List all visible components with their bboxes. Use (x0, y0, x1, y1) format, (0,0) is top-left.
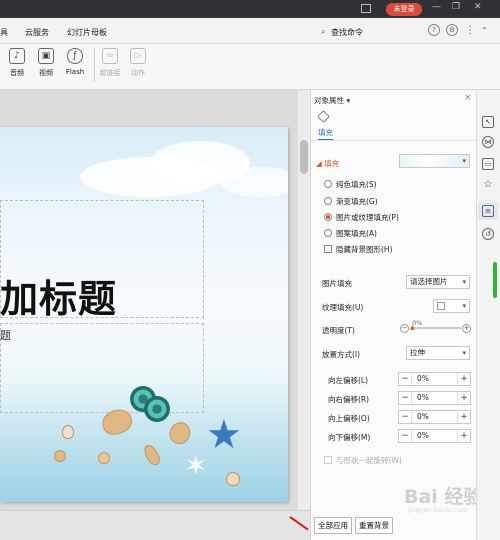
radio-gradient-fill[interactable]: 渐变填充(G) (324, 196, 378, 207)
increment-button[interactable]: + (457, 392, 470, 404)
decrement-button[interactable]: − (399, 373, 412, 385)
reset-background-button[interactable]: 重置背景 (355, 517, 393, 534)
scrollbar-thumb[interactable] (300, 140, 308, 174)
sea-urchin-image (144, 396, 170, 422)
more-icon[interactable]: ⋮ (465, 25, 475, 36)
offset-down-label: 向下偏移(M) (328, 433, 371, 442)
menu-item-tools[interactable]: 具 (0, 27, 8, 38)
transparency-decrease-button[interactable]: − (400, 324, 409, 333)
seashell-image (54, 450, 66, 462)
menu-item-cloud-service[interactable]: 云服务 (25, 27, 49, 38)
picture-fill-label: 图片填充 (322, 279, 352, 288)
transparency-label: 透明度(T) (322, 326, 355, 335)
radio-solid-fill[interactable]: 纯色填充(S) (324, 179, 377, 190)
title-bar (0, 0, 500, 18)
offset-left-stepper[interactable]: −0% + (398, 372, 471, 386)
panel-close-icon[interactable]: × (464, 93, 472, 103)
decrement-button[interactable]: − (399, 430, 412, 442)
decrement-button[interactable]: − (399, 392, 412, 404)
transparency-increase-button[interactable]: + (462, 324, 471, 333)
radio-pattern-fill[interactable]: 图案填充(A) (324, 228, 377, 239)
flash-button[interactable]: ƒ Flash (62, 48, 88, 84)
minimize-icon[interactable]: — (432, 2, 441, 12)
menu-item-slide-master[interactable]: 幻灯片母板 (67, 27, 107, 38)
ribbon-divider (94, 48, 95, 82)
transparency-slider[interactable] (411, 327, 461, 329)
watermark-logo: Bai 经验 (404, 486, 483, 508)
rotate-with-shape-checkbox[interactable]: 与形状一起旋转(W) (324, 455, 402, 466)
divider (310, 140, 476, 141)
window-layout-icon[interactable] (361, 4, 371, 13)
seashell-image (226, 472, 240, 486)
texture-fill-dropdown[interactable] (433, 299, 470, 313)
action-button[interactable]: ▷ 动作 (125, 48, 151, 84)
close-window-icon[interactable]: ✕ (474, 2, 482, 12)
login-badge[interactable]: 未登录 (386, 3, 422, 16)
link-icon: ∞ (102, 48, 118, 64)
offset-right-stepper[interactable]: −0% + (398, 391, 471, 405)
gear-icon[interactable]: ⚙ (446, 24, 458, 36)
star-animation-icon[interactable]: ☆ (482, 180, 494, 192)
offset-down-stepper[interactable]: −0% + (398, 429, 471, 443)
starfish-image: ✶ (184, 449, 208, 482)
offset-left-label: 向左偏移(L) (328, 376, 369, 385)
fill-preview-dropdown[interactable] (399, 154, 470, 168)
history-icon[interactable]: ↺ (482, 228, 494, 240)
status-bar (0, 510, 310, 540)
search-icon[interactable]: ⌕ (321, 27, 325, 37)
search-command[interactable]: 查找命令 (331, 27, 363, 38)
properties-icon[interactable]: ≡ (482, 205, 494, 217)
watermark-url: jingyan.baidu.com (408, 506, 468, 514)
offset-up-label: 向上偏移(O) (328, 414, 370, 423)
cursor-icon[interactable]: ↖ (482, 116, 494, 128)
increment-button[interactable]: + (457, 373, 470, 385)
green-indicator (493, 262, 497, 298)
seashell-image (62, 425, 74, 439)
offset-right-label: 向右偏移(R) (328, 395, 370, 404)
radio-picture-texture-fill[interactable]: 图片或纹理填充(P) (324, 212, 399, 223)
fill-section-toggle[interactable]: ◢ 填充 (316, 158, 339, 169)
transparency-slider-thumb[interactable]: ▲ (410, 324, 415, 331)
increment-button[interactable]: + (457, 411, 470, 423)
collapse-ribbon-icon[interactable]: ⌃ (481, 26, 488, 35)
picture-fill-dropdown[interactable]: 请选择图片 (406, 275, 470, 289)
restore-icon[interactable]: ❐ (452, 2, 460, 12)
offset-up-stepper[interactable]: −0% + (398, 410, 471, 424)
layout-icon[interactable]: ▭ (482, 158, 494, 170)
play-icon: ▷ (130, 48, 146, 64)
slide-subtitle[interactable]: 题 (0, 327, 11, 343)
decrement-button[interactable]: − (399, 411, 412, 423)
video-button[interactable]: ▣ 视频 (33, 48, 59, 84)
share-icon[interactable]: ⋈ (482, 136, 494, 148)
apply-all-button[interactable]: 全部应用 (314, 517, 352, 534)
panel-title[interactable]: 对象属性 ▾ (314, 95, 350, 106)
audio-button[interactable]: ♪ 音频 (4, 48, 30, 84)
increment-button[interactable]: + (457, 430, 470, 442)
hide-background-graphics-checkbox[interactable]: 隐藏背景图形(H) (324, 244, 393, 255)
texture-fill-label: 纹理填充(U) (322, 303, 364, 312)
seashell-image (98, 452, 110, 464)
tab-fill[interactable]: 填充 (318, 127, 333, 141)
flash-icon: ƒ (67, 48, 83, 64)
film-icon: ▣ (38, 48, 54, 64)
subtitle-placeholder[interactable] (0, 323, 204, 413)
speaker-icon: ♪ (9, 48, 25, 64)
texture-swatch-icon (437, 302, 445, 310)
hyperlink-button[interactable]: ∞ 超链接 (97, 48, 123, 84)
placement-dropdown[interactable]: 拉伸 (406, 346, 470, 360)
placement-label: 放置方式(I) (322, 350, 361, 359)
slide-title[interactable]: 加标题 (0, 268, 117, 323)
cloud-decoration (220, 167, 288, 197)
starfish-image: ★ (206, 412, 242, 458)
help-icon[interactable]: ? (428, 24, 440, 36)
